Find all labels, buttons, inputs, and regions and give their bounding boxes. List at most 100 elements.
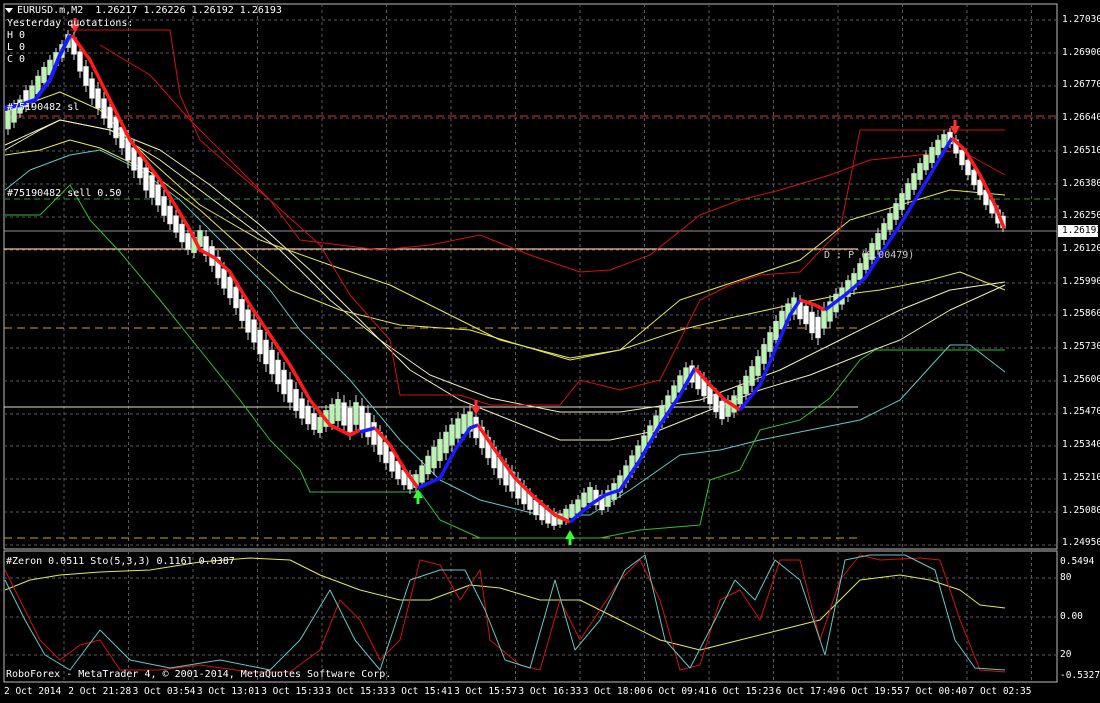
candle-body	[899, 193, 905, 210]
price-axis-label: 1.25210	[1062, 471, 1100, 483]
indicator-axis-label: 0.00	[1060, 611, 1083, 622]
metatrader-chart-window[interactable]: EURUSD.m,M2 1.26217 1.26226 1.26192 1.26…	[0, 0, 1100, 700]
sto-signal-line	[4, 557, 1006, 651]
candle-body	[815, 316, 821, 339]
candle-body	[911, 173, 917, 190]
dropdown-triangle-icon[interactable]	[5, 7, 13, 13]
yesterday-high: H 0	[7, 30, 26, 41]
dp-label: D : P (0.00479)	[824, 250, 915, 261]
candle-body	[437, 438, 443, 462]
candle-body	[257, 329, 263, 355]
candle-body	[773, 320, 779, 341]
price-axis-label: 1.25730	[1062, 341, 1100, 352]
candle-body	[239, 298, 245, 322]
candle-body	[107, 106, 113, 129]
buy-arrow-icon	[565, 530, 575, 545]
candle-body	[383, 441, 389, 464]
price-axis-label: 1.27030	[1062, 14, 1100, 25]
symbol-label: EURUSD.m,M2	[17, 5, 84, 16]
candle-body	[431, 446, 437, 469]
candle-body	[371, 422, 377, 445]
candle-body	[461, 414, 467, 434]
candle-body	[83, 66, 89, 86]
candle-body	[311, 413, 317, 430]
yesterday-title: Yesterday quotations:	[7, 18, 134, 29]
indicator-label: #Zeron 0.0511 Sto(5,3,3) 0.1161 0.0387	[6, 556, 235, 567]
current-price-marker: 1.26193	[1058, 225, 1100, 237]
candle-body	[335, 398, 341, 422]
price-axis-label: 1.26120	[1062, 242, 1100, 254]
time-axis-label: 3 Oct 03:54	[132, 686, 196, 697]
candle-body	[41, 66, 47, 84]
candle-body	[575, 499, 581, 514]
time-axis-label: 7 Oct 02:35	[968, 686, 1032, 697]
price-axis-label: 1.26380	[1062, 177, 1100, 189]
candle-body	[347, 407, 353, 433]
candle-body	[77, 51, 83, 72]
candle-body	[719, 400, 725, 420]
price-axis-label: 1.25470	[1062, 406, 1100, 418]
quote-values: 1.26217 1.26226 1.26192 1.26193	[95, 5, 282, 16]
candle-body	[293, 388, 299, 412]
time-axis-label: 6 Oct 09:41	[647, 686, 710, 697]
footer-copyright: RoboForex - MetaTrader 4, © 2001-2014, M…	[6, 669, 392, 680]
chart-header: EURUSD.m,M2 1.26217 1.26226 1.26192 1.26…	[5, 5, 282, 17]
candle-body	[317, 416, 323, 434]
time-axis-label: 6 Oct 15:23	[711, 686, 775, 697]
candle-body	[137, 156, 143, 179]
candle-body	[959, 149, 965, 166]
candle-body	[971, 169, 977, 186]
candle-body	[359, 405, 365, 431]
yesterday-low: L 0	[7, 42, 26, 53]
downtrend-segment	[70, 33, 361, 437]
price-axis-label: 1.25600	[1062, 373, 1100, 385]
candle-body	[95, 88, 101, 109]
time-axis-label: 3 Oct 15:41	[389, 686, 453, 697]
ma-pale	[4, 119, 1006, 413]
candle-body	[131, 147, 137, 171]
buy-arrow-icon	[413, 489, 423, 504]
candle-body	[875, 233, 881, 250]
time-axis-label: 3 Oct 16:33	[518, 686, 582, 697]
candle-body	[287, 379, 293, 403]
time-axis-label: 3 Oct 18:00	[582, 686, 646, 697]
candle-body	[923, 154, 929, 171]
candle-body	[245, 309, 251, 333]
candle-body	[743, 375, 749, 395]
candle-body	[101, 98, 107, 119]
candle-body	[929, 146, 935, 164]
candle-body	[305, 405, 311, 425]
price-chart[interactable]	[0, 0, 1100, 700]
candle-body	[365, 412, 371, 438]
candle-body	[443, 431, 449, 454]
candle-body	[887, 213, 893, 230]
time-axis-label: 2 Oct 21:28	[68, 686, 132, 697]
indicator-axis-label: -0.5327	[1060, 670, 1100, 681]
candle-body	[821, 308, 827, 329]
candle-body	[341, 402, 347, 426]
time-axis-label: 3 Oct 13:01	[196, 686, 260, 697]
candle-body	[857, 263, 863, 280]
candle-body	[419, 465, 425, 483]
price-axis-label: 1.26770	[1062, 79, 1100, 91]
candle-body	[167, 205, 173, 225]
sto-main-line	[4, 554, 1006, 673]
price-axis-label: 1.26900	[1062, 46, 1100, 58]
candle-body	[917, 163, 923, 180]
time-axis-label: 6 Oct 19:55	[839, 686, 903, 697]
candle-body	[161, 196, 167, 216]
indicator-axis-label: 80	[1060, 572, 1072, 583]
sell-order-label: #75190482 sell 0.50	[7, 188, 122, 199]
candle-body	[227, 276, 233, 299]
candle-body	[755, 356, 761, 376]
red-mid-band	[99, 44, 1006, 273]
candle-body	[155, 184, 161, 206]
candle-body	[761, 344, 767, 364]
price-axis-label: 1.26250	[1062, 210, 1100, 222]
candle-body	[113, 116, 119, 139]
candle-body	[281, 369, 287, 395]
candle-body	[233, 286, 239, 309]
time-axis-label: 3 Oct 15:33	[325, 686, 389, 697]
price-axis-label: 1.26510	[1062, 144, 1100, 156]
candle-body	[455, 418, 461, 439]
